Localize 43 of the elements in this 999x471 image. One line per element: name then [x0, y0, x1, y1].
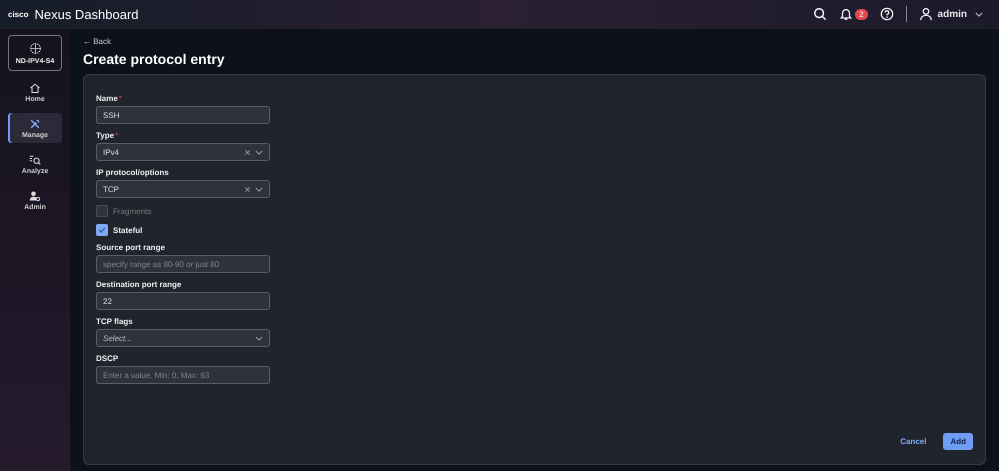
field-label: DSCP [96, 354, 118, 363]
field-label: Source port range [96, 243, 165, 252]
field-label: TCP flags [96, 317, 133, 326]
required-asterisk: * [118, 94, 122, 103]
magnifier-list-icon [29, 154, 41, 166]
search-icon[interactable] [813, 7, 828, 21]
checkbox-label: Stateful [113, 226, 142, 234]
select-field[interactable]: IPv4 [96, 143, 270, 161]
globe-icon [28, 42, 42, 54]
clear-icon[interactable] [244, 186, 251, 192]
chevron-down-icon[interactable] [255, 150, 263, 154]
input-field[interactable]: Enter a value. Min: 0, Max: 63 [96, 366, 270, 384]
tools-icon [29, 118, 41, 130]
user-gear-icon [29, 190, 41, 202]
field-label: IP protocol/options [96, 168, 169, 177]
brand-logo: cisco [8, 10, 28, 18]
page-title: Create protocol entry [83, 51, 226, 67]
user-name[interactable]: admin [938, 8, 967, 20]
house-icon [29, 82, 41, 94]
select-field[interactable]: Select... [96, 329, 270, 347]
field-label: Name [96, 94, 118, 103]
notification-badge: 2 [855, 8, 868, 20]
chevron-down-icon[interactable] [255, 186, 263, 192]
cancel-button[interactable]: Cancel [893, 433, 934, 450]
user-icon[interactable] [918, 7, 933, 21]
chevron-down-icon[interactable] [975, 12, 983, 16]
checkmark-icon [97, 225, 107, 235]
input-field[interactable]: specify range as 80-90 or just 80 [96, 255, 270, 273]
input-field[interactable]: 22 [96, 292, 270, 310]
field-label: Destination port range [96, 280, 182, 289]
add-button[interactable]: Add [943, 433, 973, 450]
select-field[interactable]: TCP [96, 180, 270, 198]
app-title: Nexus Dashboard [34, 6, 139, 22]
checkbox[interactable] [96, 224, 108, 236]
input-field[interactable]: SSH [96, 106, 270, 124]
help-icon[interactable] [880, 7, 894, 21]
clear-icon[interactable] [244, 148, 251, 156]
chevron-down-icon[interactable] [255, 336, 263, 340]
required-asterisk: * [115, 131, 118, 140]
bell-icon[interactable] [839, 7, 854, 21]
back-link[interactable]: ← Back [83, 37, 986, 46]
checkbox-label: Fragments [113, 206, 152, 216]
field-label: Type [96, 131, 114, 140]
